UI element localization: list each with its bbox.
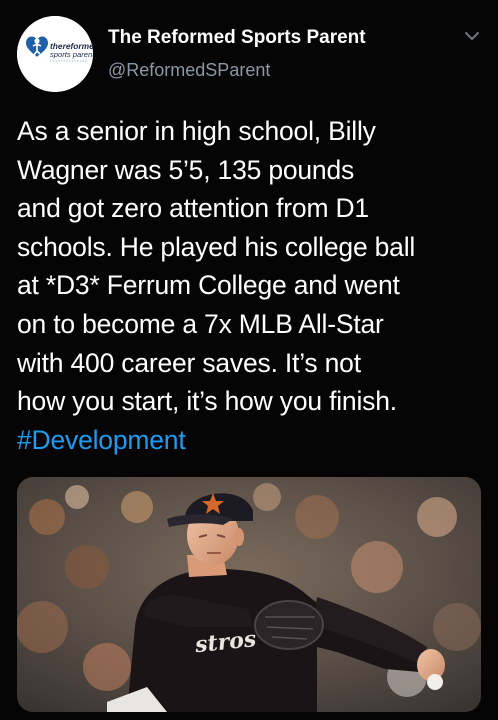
tweet-media-photo[interactable]: stros bbox=[17, 477, 481, 712]
hashtag-link[interactable]: #Development bbox=[17, 421, 487, 460]
author-display-name[interactable]: The Reformed Sports Parent bbox=[108, 27, 366, 49]
tweet-line: on to become a 7x MLB All-Star bbox=[17, 308, 384, 339]
tweet-line: schools. He played his college ball bbox=[17, 231, 416, 262]
tweet-line: with 400 career saves. It’s not bbox=[17, 347, 361, 378]
author-block[interactable]: The Reformed Sports Parent @ReformedSPar… bbox=[108, 27, 366, 81]
tweet-body: As a senior in high school, Billy Wagner… bbox=[17, 112, 487, 459]
tweet-line: and got zero attention from D1 bbox=[17, 193, 369, 224]
author-handle[interactable]: @ReformedSParent bbox=[108, 59, 366, 81]
tweet-header: thereformed sports parent The Reformed S… bbox=[0, 0, 498, 100]
chevron-down-icon[interactable] bbox=[462, 26, 482, 46]
avatar-logo-line2: sports parent bbox=[50, 50, 93, 59]
tweet-line: how you start, it’s how you finish. bbox=[17, 386, 397, 417]
tweet-line: As a senior in high school, Billy bbox=[17, 116, 376, 146]
tweet-line: Wagner was 5’5, 135 pounds bbox=[17, 154, 355, 185]
tweet-screen: thereformed sports parent The Reformed S… bbox=[0, 0, 498, 720]
avatar[interactable]: thereformed sports parent bbox=[17, 16, 93, 92]
tweet-line: at *D3* Ferrum College and went bbox=[17, 270, 400, 301]
